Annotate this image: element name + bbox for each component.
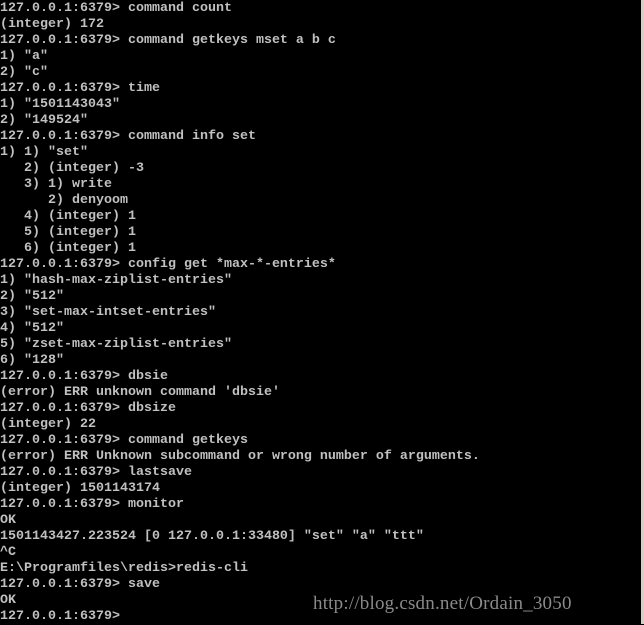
console-line: 127.0.0.1:6379> dbsize xyxy=(0,401,176,416)
console-line: 1) "1501143043" xyxy=(0,97,120,112)
console-line: 4) "512" xyxy=(0,321,64,336)
console-output[interactable]: 127.0.0.1:6379> command count (integer) 1… xyxy=(0,1,640,624)
console-line: 2) "512" xyxy=(0,289,64,304)
console-line: 127.0.0.1:6379> lastsave xyxy=(0,465,192,480)
console-line: 127.0.0.1:6379> command getkeys xyxy=(0,433,248,448)
console-line: 127.0.0.1:6379> monitor xyxy=(0,497,184,512)
console-line: 127.0.0.1:6379> command getkeys mset a b… xyxy=(0,33,336,48)
console-line: (integer) 22 xyxy=(0,417,96,432)
console-line: 127.0.0.1:6379> config get *max-*-entrie… xyxy=(0,257,336,272)
console-line: 127.0.0.1:6379> command count xyxy=(0,1,232,16)
console-line: E:\Programfiles\redis>redis-cli xyxy=(0,561,248,576)
console-line: 2) "149524" xyxy=(0,113,88,128)
watermark: http://blog.csdn.net/Ordain_3050 xyxy=(313,593,572,614)
console-line: 127.0.0.1:6379> save xyxy=(0,577,160,592)
console-line: (error) ERR Unknown subcommand or wrong … xyxy=(0,449,480,464)
console-line: 5) (integer) 1 xyxy=(0,225,136,240)
console-line: 3) 1) write xyxy=(0,177,112,192)
console-line: 6) "128" xyxy=(0,353,64,368)
console-line: 3) "set-max-intset-entries" xyxy=(0,305,216,320)
console-line: 1) "a" xyxy=(0,49,48,64)
console-line: 127.0.0.1:6379> dbsie xyxy=(0,369,168,384)
console-line: 2) (integer) -3 xyxy=(0,161,144,176)
console-line: 127.0.0.1:6379> time xyxy=(0,81,160,96)
console-line: 127.0.0.1:6379> command info set xyxy=(0,129,256,144)
console-line: 2) "c" xyxy=(0,65,48,80)
console-line: 4) (integer) 1 xyxy=(0,209,136,224)
console-line: 6) (integer) 1 xyxy=(0,241,136,256)
console-line: 1) "hash-max-ziplist-entries" xyxy=(0,273,232,288)
console-line: 1) 1) "set" xyxy=(0,145,88,160)
console-line: ^C xyxy=(0,545,16,560)
console-line: 2) denyoom xyxy=(0,193,128,208)
console-line: 1501143427.223524 [0 127.0.0.1:33480] "s… xyxy=(0,529,424,544)
console-line: (integer) 1501143174 xyxy=(0,481,160,496)
console-line: (error) ERR unknown command 'dbsie' xyxy=(0,385,280,400)
console-line: OK xyxy=(0,513,16,528)
console-line: (integer) 172 xyxy=(0,17,104,32)
console-line: 5) "zset-max-ziplist-entries" xyxy=(0,337,232,352)
